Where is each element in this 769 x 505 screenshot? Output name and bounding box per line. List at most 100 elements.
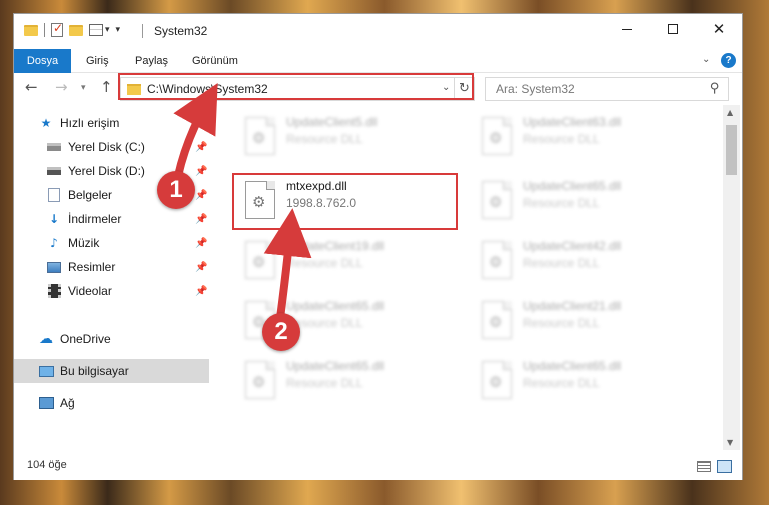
chevron-down-icon[interactable]: ▾ <box>105 25 110 35</box>
sidebar-item-label: Yerel Disk (D:) <box>68 164 145 178</box>
help-icon[interactable]: ? <box>721 53 736 68</box>
sidebar-item-network[interactable]: Ağ <box>14 391 209 415</box>
sidebar-item-disk-c[interactable]: Yerel Disk (C:) 📌 <box>14 135 209 159</box>
file-name: UpdateClient5.dll <box>286 115 378 129</box>
file-name: UpdateClient65.dll <box>523 179 622 193</box>
search-icon[interactable]: ⚲ <box>710 81 720 96</box>
dll-file-icon: ⚙ <box>482 241 512 279</box>
file-description: Resource DLL <box>523 132 600 146</box>
pin-icon: 📌 <box>195 141 208 153</box>
file-description: Resource DLL <box>523 376 600 390</box>
dll-file-icon: ⚙ <box>245 361 275 399</box>
tab-view[interactable]: Görünüm <box>180 49 250 73</box>
vertical-scrollbar[interactable]: ▲ ▼ <box>723 105 740 450</box>
sidebar-item-quick-access[interactable]: ★ Hızlı erişim <box>14 111 209 135</box>
address-highlight-box <box>118 73 474 100</box>
pin-icon: 📌 <box>195 237 208 249</box>
file-list: ⚙ UpdateClient5.dll Resource DLL ⚙ Updat… <box>209 105 723 450</box>
file-highlight-box <box>232 173 458 230</box>
step-2-badge: 2 <box>262 313 300 351</box>
sidebar-item-label: Videolar <box>68 284 112 298</box>
cloud-icon: ☁ <box>39 331 53 347</box>
sidebar-item-videos[interactable]: Videolar 📌 <box>14 279 209 303</box>
pin-icon: 📌 <box>195 285 208 297</box>
file-name: UpdateClient42.dll <box>523 239 622 253</box>
close-button[interactable]: ✕ <box>696 14 742 44</box>
disk-icon <box>46 164 62 178</box>
folder-icon <box>24 24 38 36</box>
file-item[interactable]: ⚙ UpdateClient65.dll Resource DLL <box>474 175 694 227</box>
file-description: Resource DLL <box>286 256 363 270</box>
file-description: Resource DLL <box>523 316 600 330</box>
file-name: UpdateClient65.dll <box>286 359 385 373</box>
file-item[interactable]: ⚙ UpdateClient5.dll Resource DLL <box>237 111 457 163</box>
pin-icon: 📌 <box>195 213 208 225</box>
sidebar-item-label: OneDrive <box>60 332 111 346</box>
scroll-down-icon[interactable]: ▼ <box>727 438 733 447</box>
file-item[interactable]: ⚙ UpdateClient19.dll Resource DLL <box>237 235 457 287</box>
file-item[interactable]: ⚙ UpdateClient21.dll Resource DLL <box>474 295 694 347</box>
sidebar-item-label: Belgeler <box>68 188 113 202</box>
tab-share[interactable]: Paylaş <box>123 49 180 73</box>
properties-check-icon[interactable] <box>51 21 63 37</box>
sidebar-item-onedrive[interactable]: ☁ OneDrive <box>14 327 209 351</box>
dll-file-icon: ⚙ <box>482 301 512 339</box>
scroll-up-icon[interactable]: ▲ <box>727 108 733 117</box>
sidebar-item-label: Müzik <box>68 236 100 250</box>
dll-file-icon: ⚙ <box>482 117 512 155</box>
window-title: System32 <box>154 24 208 38</box>
sidebar-item-downloads[interactable]: ↓ İndirmeler 📌 <box>14 207 209 231</box>
up-arrow-icon[interactable]: ↑ <box>100 80 113 95</box>
navigation-pane: ★ Hızlı erişim Yerel Disk (C:) 📌 Yerel D… <box>14 105 209 450</box>
maximize-icon <box>668 24 678 34</box>
file-name: UpdateClient21.dll <box>523 299 622 313</box>
sidebar-item-label: Hızlı erişim <box>60 116 120 130</box>
details-view-icon[interactable] <box>697 461 711 472</box>
pin-icon: 📌 <box>195 261 208 273</box>
file-name: UpdateClient19.dll <box>286 239 385 253</box>
music-icon: ♪ <box>50 236 58 250</box>
file-name: UpdateClient65.dll <box>286 299 385 313</box>
sidebar-item-pictures[interactable]: Resimler 📌 <box>14 255 209 279</box>
step-1-badge: 1 <box>157 171 195 209</box>
forward-arrow-icon[interactable]: → <box>55 80 68 95</box>
star-icon: ★ <box>40 116 52 130</box>
file-description: Resource DLL <box>286 132 363 146</box>
network-icon <box>38 396 54 410</box>
close-icon: ✕ <box>712 19 726 38</box>
pictures-icon <box>46 260 62 274</box>
recent-locations-icon[interactable]: ▾ <box>81 84 86 93</box>
scroll-thumb[interactable] <box>726 125 737 175</box>
minimize-icon <box>622 28 632 30</box>
minimize-button[interactable] <box>604 14 650 44</box>
quick-access-toolbar: ▾ ▾ <box>24 21 121 37</box>
document-icon <box>46 188 62 202</box>
expand-ribbon-icon[interactable]: ⌄ <box>702 54 710 65</box>
tab-home[interactable]: Giriş <box>74 49 121 73</box>
item-count: 104 öğe <box>27 459 67 471</box>
sidebar-item-this-pc[interactable]: Bu bilgisayar <box>14 359 209 383</box>
new-folder-icon[interactable] <box>69 24 83 36</box>
maximize-button[interactable] <box>650 14 696 44</box>
customize-icon[interactable] <box>89 24 103 36</box>
search-input[interactable]: Ara: System32 <box>496 82 575 96</box>
large-icons-view-icon[interactable] <box>717 460 732 473</box>
sidebar-item-label: Yerel Disk (C:) <box>68 140 145 154</box>
download-icon: ↓ <box>48 212 60 226</box>
title-bar: ▾ ▾ System32 ✕ <box>14 14 742 49</box>
file-name: UpdateClient63.dll <box>523 115 622 129</box>
videos-icon <box>46 284 62 298</box>
customize-toolbar-icon[interactable]: ▾ <box>116 25 121 35</box>
file-item[interactable]: ⚙ UpdateClient42.dll Resource DLL <box>474 235 694 287</box>
back-arrow-icon[interactable]: ← <box>25 80 38 95</box>
sidebar-item-music[interactable]: ♪ Müzik 📌 <box>14 231 209 255</box>
sidebar-item-label: Ağ <box>60 396 75 410</box>
file-item[interactable]: ⚙ UpdateClient63.dll Resource DLL <box>474 111 694 163</box>
file-item[interactable]: ⚙ UpdateClient65.dll Resource DLL <box>237 355 457 407</box>
dll-file-icon: ⚙ <box>245 117 275 155</box>
file-description: Resource DLL <box>523 196 600 210</box>
file-description: Resource DLL <box>286 376 363 390</box>
file-item[interactable]: ⚙ UpdateClient65.dll Resource DLL <box>474 355 694 407</box>
search-box[interactable]: Ara: System32 ⚲ <box>485 77 729 101</box>
file-name: UpdateClient65.dll <box>523 359 622 373</box>
